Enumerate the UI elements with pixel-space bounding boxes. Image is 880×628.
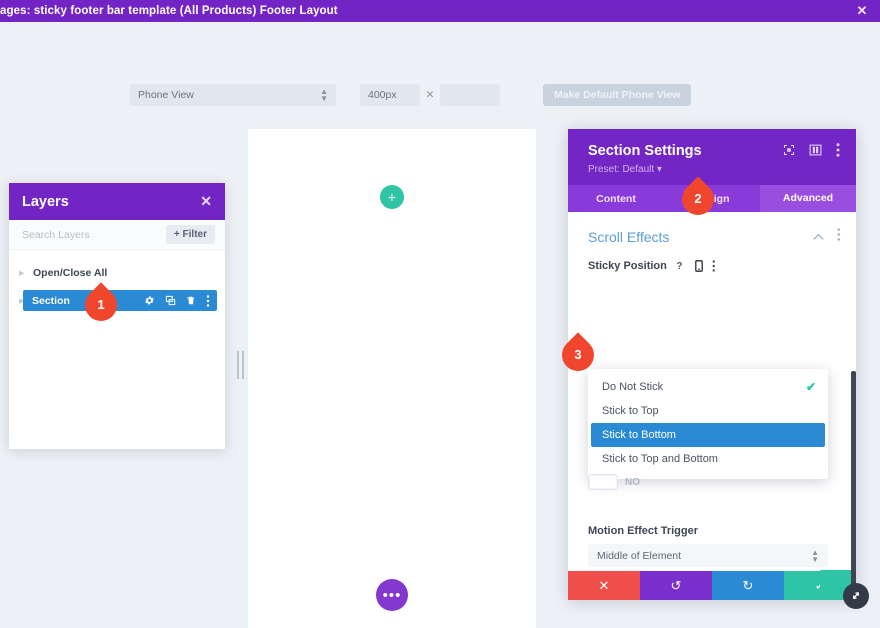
tab-advanced[interactable]: Advanced [760, 185, 856, 212]
layers-panel-title: Layers [22, 194, 69, 210]
open-close-all-row[interactable]: ▶ Open/Close All [9, 263, 225, 282]
dropdown-option-stick-to-top-and-bottom[interactable]: Stick to Top and Bottom [588, 447, 828, 471]
dropdown-option-stick-to-bottom[interactable]: Stick to Bottom [591, 423, 825, 447]
viewport-width-value: 400px [368, 89, 397, 101]
preset-selector[interactable]: Preset: Default ▾ [588, 164, 840, 175]
sticky-position-field: Sticky Position ? [568, 246, 856, 272]
cancel-button[interactable]: ✕ [568, 571, 640, 600]
expand-view-icon[interactable] [783, 144, 795, 156]
motion-effect-trigger-value: Middle of Element [597, 550, 681, 562]
sticky-toggle-value: NO [625, 477, 640, 488]
layer-item-label: Section [32, 295, 70, 307]
add-section-button[interactable]: + [380, 185, 404, 209]
sticky-position-label: Sticky Position [588, 260, 667, 272]
step-badge-number: 3 [562, 339, 594, 371]
step-badge-3: 3 [562, 339, 606, 371]
dropdown-option-stick-to-top[interactable]: Stick to Top [588, 399, 828, 423]
open-close-all-label: Open/Close All [33, 267, 107, 279]
svg-text:?: ? [676, 261, 682, 272]
check-icon: ✔ [806, 380, 816, 394]
dropdown-option-label: Do Not Stick [602, 381, 663, 393]
scroll-effects-title: Scroll Effects [588, 229, 669, 245]
step-badge-number: 1 [85, 289, 117, 321]
mobile-icon[interactable] [695, 260, 703, 272]
step-badge-1: 1 [85, 289, 129, 321]
chevron-up-icon[interactable] [813, 228, 824, 246]
dropdown-option-label: Stick to Top [602, 405, 659, 417]
kebab-menu-icon[interactable] [837, 228, 841, 246]
page-canvas: + ••• [248, 129, 536, 628]
search-input[interactable]: Search Layers [22, 229, 90, 241]
canvas-resize-handle-left[interactable] [234, 350, 246, 380]
chevron-updown-icon: ▲▼ [320, 88, 328, 102]
sticky-toggle[interactable] [588, 474, 618, 490]
layer-item-actions [144, 295, 210, 307]
top-bar: ages: sticky footer bar template (All Pr… [0, 0, 880, 22]
scroll-effects-header[interactable]: Scroll Effects [568, 212, 856, 246]
page-settings-button[interactable]: ••• [376, 579, 408, 611]
dropdown-option-do-not-stick[interactable]: Do Not Stick ✔ [588, 375, 828, 399]
layers-search-row: Search Layers + Filter [9, 220, 225, 250]
motion-effect-trigger-label: Motion Effect Trigger [588, 525, 698, 537]
chevron-right-icon: ▶ [9, 297, 19, 305]
vertical-scrollbar[interactable] [851, 371, 856, 587]
settings-title: Section Settings [588, 143, 702, 159]
tab-content[interactable]: Content [568, 193, 664, 205]
settings-header: Section Settings Preset: Default ▾ [568, 129, 856, 185]
close-icon[interactable]: ✕ [844, 0, 880, 22]
resize-handle-icon[interactable] [843, 583, 869, 609]
responsive-toolbar: Phone View ▲▼ 400px ✕ Make Default Phone… [0, 22, 880, 106]
kebab-menu-icon[interactable] [206, 295, 210, 307]
settings-footer: ✕ ↺ ↻ ✓ [568, 571, 856, 600]
sticky-position-dropdown: Do Not Stick ✔ Stick to Top Stick to Bot… [588, 369, 828, 479]
view-mode-value: Phone View [138, 89, 194, 101]
trash-icon[interactable] [186, 295, 196, 306]
filter-button[interactable]: + Filter [166, 225, 215, 244]
redo-button[interactable]: ↻ [712, 571, 784, 600]
toolbar-controls: Phone View ▲▼ 400px ✕ Make Default Phone… [130, 84, 691, 106]
viewport-width-input[interactable]: 400px [360, 84, 420, 106]
view-mode-select[interactable]: Phone View ▲▼ [130, 84, 336, 106]
help-icon[interactable]: ? [676, 260, 686, 272]
gear-icon[interactable] [144, 295, 155, 306]
kebab-menu-icon[interactable] [712, 260, 716, 272]
dimension-separator-icon: ✕ [420, 89, 440, 101]
step-badge-number: 2 [682, 183, 714, 215]
dropdown-option-label: Stick to Bottom [602, 429, 676, 441]
close-icon[interactable]: ✕ [200, 193, 212, 210]
duplicate-icon[interactable] [165, 295, 176, 306]
panel-layout-icon[interactable] [809, 144, 822, 156]
layers-panel-header: Layers ✕ [9, 183, 225, 220]
chevron-right-icon: ▶ [19, 269, 27, 277]
viewport-height-input[interactable] [440, 84, 500, 106]
kebab-menu-icon[interactable] [836, 143, 840, 157]
motion-effect-trigger-select[interactable]: Middle of Element ▲▼ [588, 544, 828, 567]
dropdown-option-label: Stick to Top and Bottom [602, 453, 718, 465]
chevron-updown-icon: ▲▼ [811, 549, 819, 563]
sticky-toggle-row: NO [588, 474, 640, 490]
make-default-phone-view-button[interactable]: Make Default Phone View [543, 84, 691, 106]
undo-button[interactable]: ↺ [640, 571, 712, 600]
settings-body: Scroll Effects Sticky Position ? [568, 212, 856, 571]
step-badge-2: 2 [682, 183, 726, 215]
top-bar-title: ages: sticky footer bar template (All Pr… [0, 5, 338, 17]
